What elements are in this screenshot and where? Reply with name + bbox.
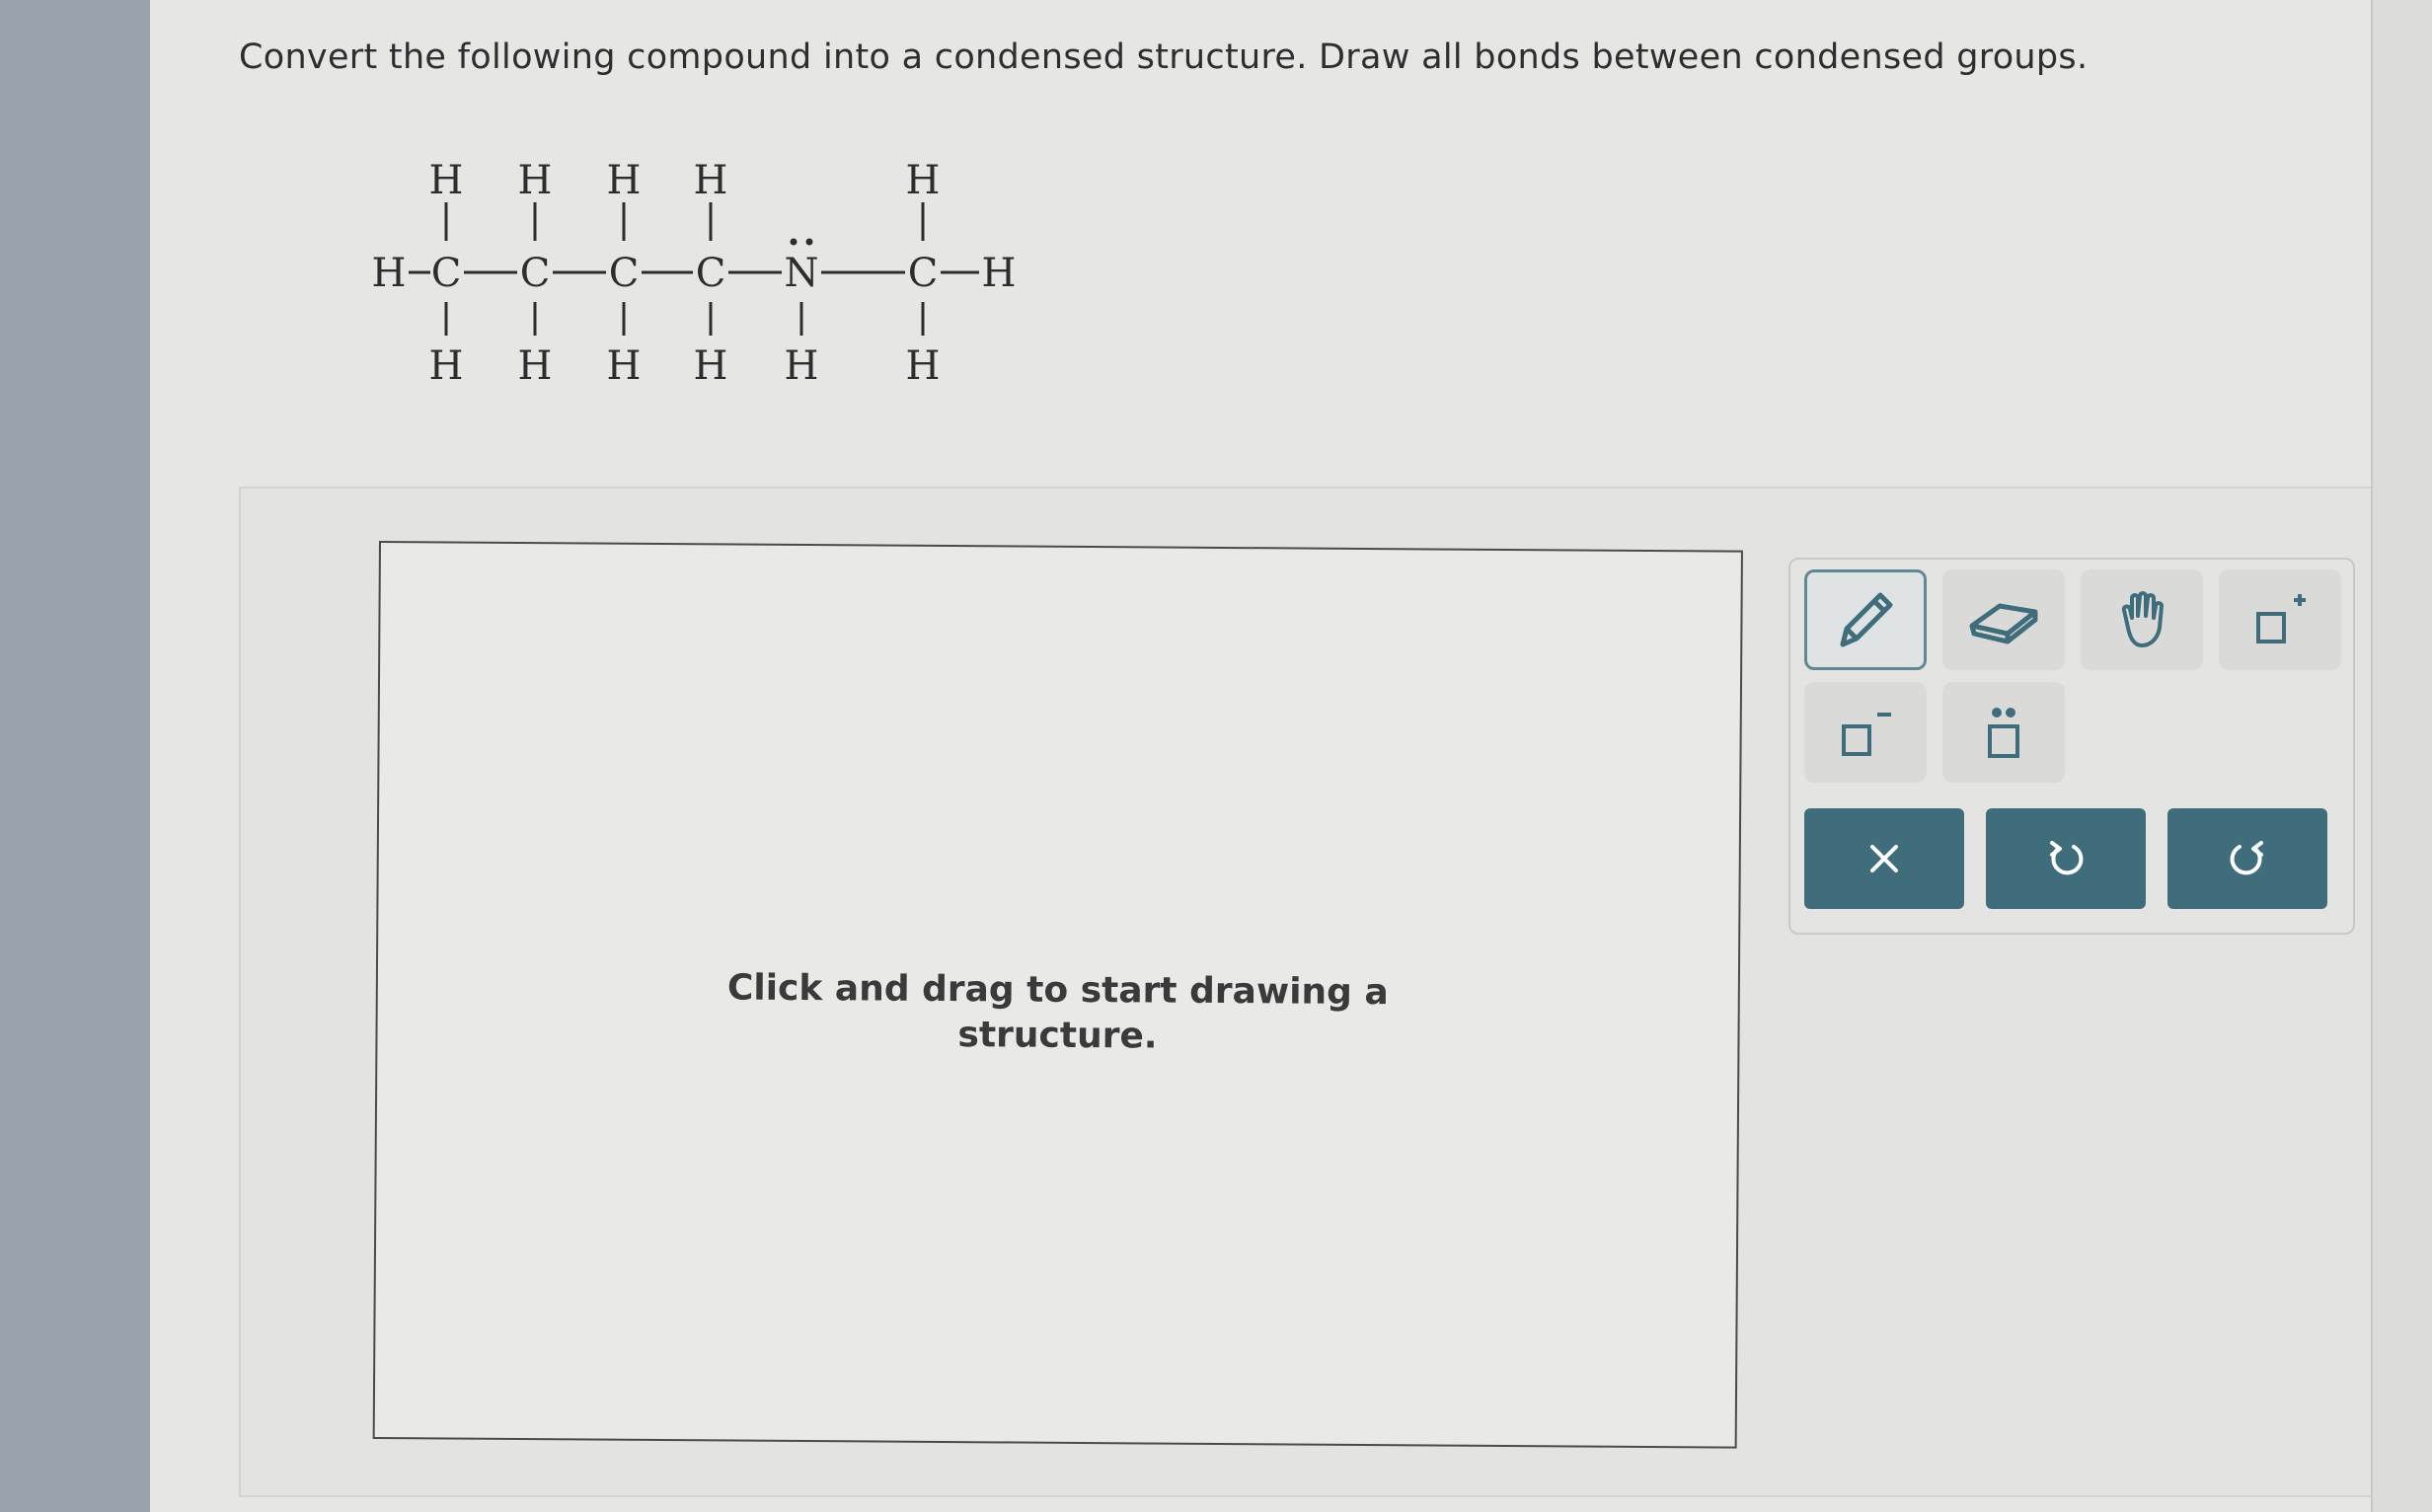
positive-charge-tool-button[interactable] <box>2219 569 2341 670</box>
hand-icon <box>2121 591 2164 647</box>
page-edge <box>2371 0 2432 1512</box>
pencil-icon <box>1840 592 1893 647</box>
lone-pair-icon <box>1988 708 2019 758</box>
atom-c-1: C <box>431 251 462 296</box>
add-charge-negative-icon <box>1842 713 1891 756</box>
lone-pair-dot-1 <box>790 238 798 246</box>
atom-h-bottom-1: H <box>429 343 464 389</box>
drawing-canvas[interactable]: Click and drag to start drawing a struct… <box>372 541 1743 1449</box>
page: Convert the following compound into a co… <box>150 0 2394 1512</box>
eraser-icon <box>1969 603 2038 644</box>
atom-n: N <box>785 251 819 296</box>
redo-icon <box>2230 841 2263 875</box>
clear-icon <box>1870 845 1898 872</box>
atom-h-bottom-5: H <box>785 343 819 389</box>
atom-h-left: H <box>372 251 407 296</box>
structural-formula: H H H H H H C C C C N C H H H H H H H <box>372 158 1017 389</box>
drawing-toolbox <box>1788 558 2355 935</box>
lone-pair-tool-button[interactable] <box>1942 682 2065 783</box>
atom-h-top-3: H <box>607 158 642 203</box>
atom-c-3: C <box>609 251 640 296</box>
negative-charge-tool-button[interactable] <box>1804 682 1927 783</box>
atom-h-bottom-3: H <box>607 343 642 389</box>
canvas-hint-line-2: structure. <box>957 1015 1158 1057</box>
atom-c-4: C <box>696 251 726 296</box>
atom-h-right: H <box>982 251 1017 296</box>
atom-h-top-5: H <box>906 158 941 203</box>
eraser-tool-button[interactable] <box>1942 569 2065 670</box>
atom-h-bottom-2: H <box>518 343 553 389</box>
undo-icon <box>2050 841 2084 875</box>
atom-h-bottom-4: H <box>694 343 728 389</box>
undo-button[interactable] <box>1986 808 2146 909</box>
add-charge-positive-icon <box>2256 594 2306 643</box>
atom-h-bottom-6: H <box>906 343 941 389</box>
pencil-tool-button[interactable] <box>1804 569 1927 670</box>
hand-tool-button[interactable] <box>2081 569 2203 670</box>
atom-c-2: C <box>520 251 551 296</box>
canvas-hint: Click and drag to start drawing a struct… <box>377 963 1738 1064</box>
atom-h-top-4: H <box>694 158 728 203</box>
redo-button[interactable] <box>2167 808 2327 909</box>
lone-pair-dot-2 <box>805 238 813 246</box>
atom-h-top-1: H <box>429 158 464 203</box>
atom-h-top-2: H <box>518 158 553 203</box>
atom-c-5: C <box>908 251 939 296</box>
clear-button[interactable] <box>1804 808 1964 909</box>
